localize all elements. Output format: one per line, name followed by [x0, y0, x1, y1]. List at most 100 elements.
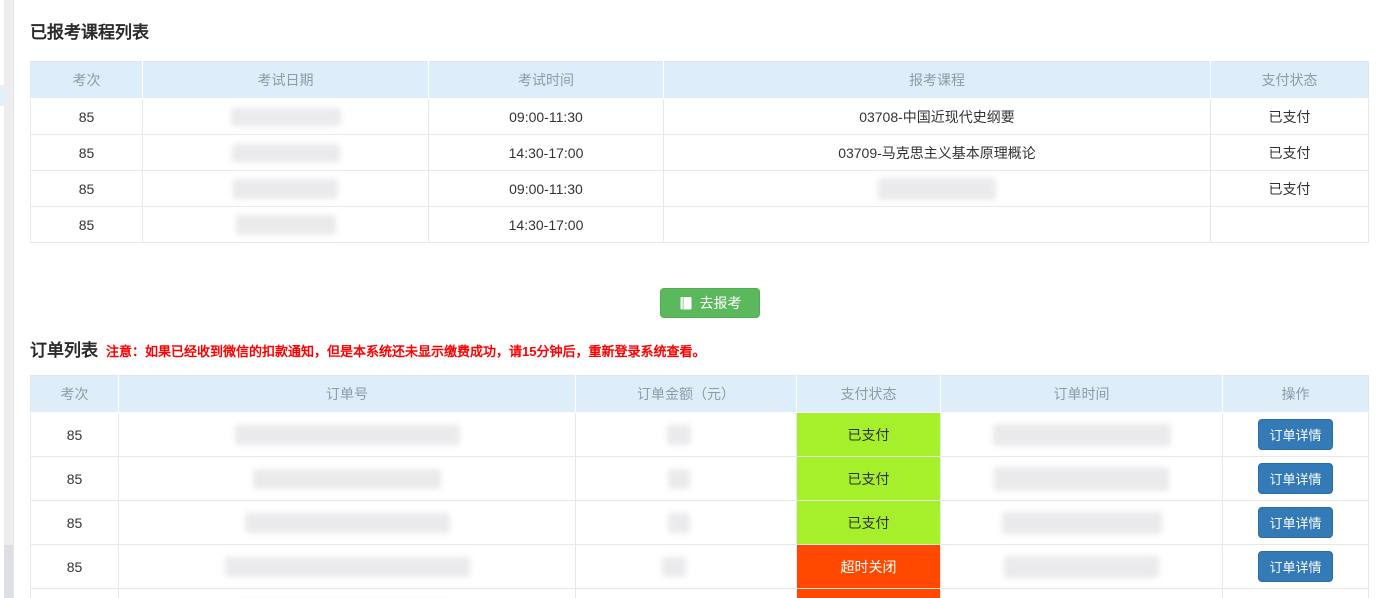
redacted-order-amount: [668, 469, 690, 489]
order-detail-button[interactable]: 订单详情: [1258, 463, 1332, 494]
cell-exam-date: [143, 207, 429, 243]
redacted-order-amount: [668, 513, 690, 533]
cell-exam-session: 85: [31, 171, 143, 207]
cell-course: [664, 207, 1211, 243]
cell-order-amount: [576, 457, 797, 501]
header-course: 报考课程: [664, 62, 1211, 99]
table-header-row: 考次 考试日期 考试时间 报考课程 支付状态: [31, 62, 1369, 99]
cell-exam-time: 09:00-11:30: [429, 99, 664, 135]
cell-pay-status: 已支付: [1211, 171, 1369, 207]
cell-exam-session: 85: [31, 207, 143, 243]
header-pay-status: 支付状态: [1211, 62, 1369, 99]
redacted-order-time: [1002, 512, 1162, 534]
cell-pay-status: 已支付: [1211, 99, 1369, 135]
orders-notice: 注意：如果已经收到微信的扣款通知，但是本系统还未显示缴费成功，请15分钟后，重新…: [106, 341, 705, 360]
cell-order-time: [941, 589, 1223, 598]
cell-exam-session: 85: [31, 457, 119, 501]
table-row: 85 14:30-17:00 03709-马克思主义基本原理概论 已支付: [31, 135, 1369, 171]
cell-pay-status: [797, 589, 941, 598]
cell-order-time: [941, 501, 1223, 545]
redacted-order-number: [235, 425, 460, 445]
header-order-amount: 订单金额（元）: [576, 376, 797, 413]
cell-pay-status: 已支付: [797, 457, 941, 501]
table-row: 85 已支付 订单详情: [31, 413, 1369, 457]
redacted-order-number: [245, 513, 450, 533]
content-panel-border: [13, 0, 14, 598]
cell-order-amount: [576, 589, 797, 598]
registered-courses-title: 已报考课程列表: [30, 18, 149, 43]
cell-actions: 订单详情: [1223, 457, 1369, 501]
order-detail-button[interactable]: 订单详情: [1258, 419, 1332, 450]
table-row-partial: [31, 589, 1369, 598]
cell-pay-status: 已支付: [797, 413, 941, 457]
cell-course: 03708-中国近现代史纲要: [664, 99, 1211, 135]
header-exam-session: 考次: [31, 62, 143, 99]
order-detail-button[interactable]: 订单详情: [1258, 551, 1332, 582]
order-detail-button[interactable]: 订单详情: [1258, 507, 1332, 538]
table-row: 85 超时关闭 订单详情: [31, 545, 1369, 589]
cell-order-amount: [576, 413, 797, 457]
cell-exam-date: [143, 135, 429, 171]
table-row: 85 已支付 订单详情: [31, 457, 1369, 501]
cell-course: [664, 171, 1211, 207]
redacted-order-time: [994, 467, 1169, 491]
page-left-blue-notch: [0, 85, 4, 106]
cell-pay-status: 已支付: [797, 501, 941, 545]
table-row: 85 09:00-11:30 03708-中国近现代史纲要 已支付: [31, 99, 1369, 135]
redacted-exam-date: [232, 144, 340, 162]
go-register-label: 去报考: [700, 293, 742, 313]
cell-exam-time: 14:30-17:00: [429, 135, 664, 171]
header-order-number: 订单号: [119, 376, 576, 413]
cell-exam-date: [143, 99, 429, 135]
table-row: 85 14:30-17:00: [31, 207, 1369, 243]
header-order-time: 订单时间: [941, 376, 1223, 413]
redacted-order-time: [993, 424, 1171, 446]
redacted-exam-date: [231, 108, 341, 126]
redacted-order-time: [1004, 556, 1159, 578]
table-header-row: 考次 订单号 订单金额（元） 支付状态 订单时间 操作: [31, 376, 1369, 413]
header-pay-status: 支付状态: [797, 376, 941, 413]
cell-actions: [1223, 589, 1369, 598]
cell-actions: 订单详情: [1223, 545, 1369, 589]
redacted-exam-date: [236, 215, 336, 235]
page-left-gutter-shade: [4, 545, 13, 598]
book-icon: [679, 296, 693, 311]
redacted-order-number: [253, 469, 441, 489]
header-exam-time: 考试时间: [429, 62, 664, 99]
cell-exam-session: [31, 589, 119, 598]
header-exam-date: 考试日期: [143, 62, 429, 99]
cell-order-number: [119, 413, 576, 457]
cell-pay-status: 超时关闭: [797, 545, 941, 589]
cell-order-time: [941, 413, 1223, 457]
cell-exam-session: 85: [31, 545, 119, 589]
cell-order-amount: [576, 545, 797, 589]
table-row: 85 09:00-11:30 已支付: [31, 171, 1369, 207]
cell-course: 03709-马克思主义基本原理概论: [664, 135, 1211, 171]
registered-courses-table: 考次 考试日期 考试时间 报考课程 支付状态 85 09:00-11:30 03…: [30, 61, 1369, 243]
redacted-order-amount: [667, 425, 691, 445]
go-register-button[interactable]: 去报考: [660, 288, 760, 318]
cell-order-number: [119, 501, 576, 545]
redacted-order-amount: [662, 557, 686, 577]
cell-pay-status: [1211, 207, 1369, 243]
cell-actions: 订单详情: [1223, 501, 1369, 545]
cell-order-amount: [576, 501, 797, 545]
cell-exam-session: 85: [31, 135, 143, 171]
redacted-course: [878, 178, 996, 200]
cell-exam-time: 14:30-17:00: [429, 207, 664, 243]
table-row: 85 已支付 订单详情: [31, 501, 1369, 545]
orders-table: 考次 订单号 订单金额（元） 支付状态 订单时间 操作 85 已支付 订单详情 …: [30, 375, 1369, 598]
cell-pay-status: 已支付: [1211, 135, 1369, 171]
cell-exam-session: 85: [31, 413, 119, 457]
redacted-order-number: [225, 557, 470, 577]
cell-order-number: [119, 589, 576, 598]
cell-order-time: [941, 457, 1223, 501]
cell-exam-time: 09:00-11:30: [429, 171, 664, 207]
header-exam-session: 考次: [31, 376, 119, 413]
redacted-exam-date: [233, 179, 338, 199]
cell-exam-session: 85: [31, 99, 143, 135]
cell-order-number: [119, 457, 576, 501]
header-actions: 操作: [1223, 376, 1369, 413]
cell-order-time: [941, 545, 1223, 589]
cell-actions: 订单详情: [1223, 413, 1369, 457]
